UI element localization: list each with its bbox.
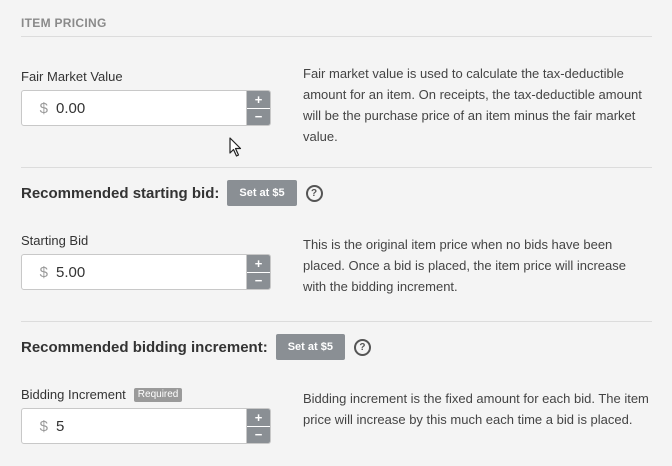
decrement-button[interactable]: − <box>247 108 270 125</box>
starting-bid-label: Starting Bid <box>21 233 89 248</box>
increment-button[interactable]: + <box>247 91 270 109</box>
currency-symbol: $ <box>39 263 48 281</box>
required-badge: Required <box>133 388 183 402</box>
bidding-increment-stepper: + − <box>246 409 270 443</box>
starting-bid-value[interactable]: 5.00 <box>56 264 246 281</box>
recommended-bidding-increment-label: Recommended bidding increment: <box>21 338 268 356</box>
fair-market-value-help: Fair market value is used to calculate t… <box>303 66 642 144</box>
starting-bid-help: This is the original item price when no … <box>303 237 626 294</box>
divider <box>21 167 652 168</box>
bidding-increment-label-text: Bidding Increment <box>21 387 126 402</box>
increment-button[interactable]: + <box>247 255 270 273</box>
bidding-increment-help: Bidding increment is the fixed amount fo… <box>303 391 649 427</box>
set-bidding-increment-button[interactable]: Set at $5 <box>275 334 345 360</box>
recommended-starting-bid-row: Recommended starting bid: Set at $5 ? <box>21 180 323 206</box>
fair-market-value-value[interactable]: 0.00 <box>56 100 246 117</box>
section-title: ITEM PRICING <box>21 16 107 30</box>
item-pricing-panel: ITEM PRICING Fair Market Value $ 0.00 + … <box>0 0 672 466</box>
divider <box>21 321 652 322</box>
help-icon[interactable]: ? <box>305 184 323 202</box>
increment-button[interactable]: + <box>247 409 270 427</box>
fair-market-value-input[interactable]: $ 0.00 + − <box>21 90 271 126</box>
mouse-pointer-icon <box>229 137 242 157</box>
bidding-increment-value[interactable]: 5 <box>56 418 246 435</box>
decrement-button[interactable]: − <box>247 426 270 443</box>
fair-market-value-stepper: + − <box>246 91 270 125</box>
bidding-increment-label: Bidding Increment Required <box>21 387 183 402</box>
currency-symbol: $ <box>39 417 48 435</box>
currency-symbol: $ <box>39 99 48 117</box>
bidding-increment-input[interactable]: $ 5 + − <box>21 408 271 444</box>
starting-bid-stepper: + − <box>246 255 270 289</box>
starting-bid-input[interactable]: $ 5.00 + − <box>21 254 271 290</box>
decrement-button[interactable]: − <box>247 272 270 289</box>
help-icon[interactable]: ? <box>353 338 371 356</box>
set-starting-bid-button[interactable]: Set at $5 <box>227 180 297 206</box>
fair-market-value-label: Fair Market Value <box>21 69 123 84</box>
divider <box>21 36 652 37</box>
recommended-bidding-increment-row: Recommended bidding increment: Set at $5… <box>21 334 371 360</box>
recommended-starting-bid-label: Recommended starting bid: <box>21 184 220 202</box>
